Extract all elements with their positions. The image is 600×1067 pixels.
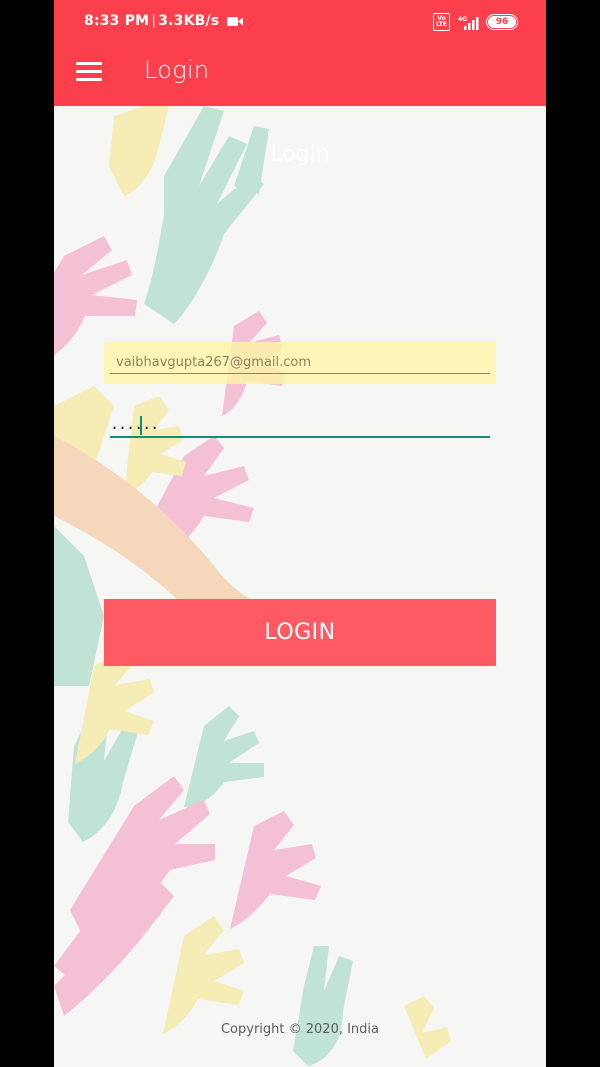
background-hands-illustration [54,106,451,1066]
svg-text:4G: 4G [458,16,467,23]
copyright-text: Copyright © 2020, India [220,1022,380,1037]
form-heading: Login [270,142,330,167]
text-cursor [140,416,142,435]
network-speed: 3.3KB/s [158,13,220,29]
signal-icon: 4G [458,16,479,30]
email-field[interactable] [110,352,490,374]
video-camera-icon [227,17,244,26]
login-button[interactable]: LOGIN [104,599,496,666]
status-left: 8:33 PM | 3.3KB/s [84,13,244,29]
password-field[interactable] [110,412,490,438]
battery-level: 96 [495,17,509,27]
volte-icon: Vo LTE [432,13,450,31]
app-bar: Login [54,44,546,106]
status-bar: 8:33 PM | 3.3KB/s Vo LTE 4G 96 [54,0,546,44]
email-field-container [104,342,496,384]
app-bar-title: Login [144,56,210,84]
separator: | [151,13,157,29]
app-screen: 8:33 PM | 3.3KB/s Vo LTE 4G 96 Login Login … [54,0,546,1067]
status-right: Vo LTE 4G 96 [432,13,518,31]
battery-icon: 96 [486,14,518,30]
hamburger-menu-icon[interactable] [76,62,102,84]
clock: 8:33 PM [84,13,150,29]
